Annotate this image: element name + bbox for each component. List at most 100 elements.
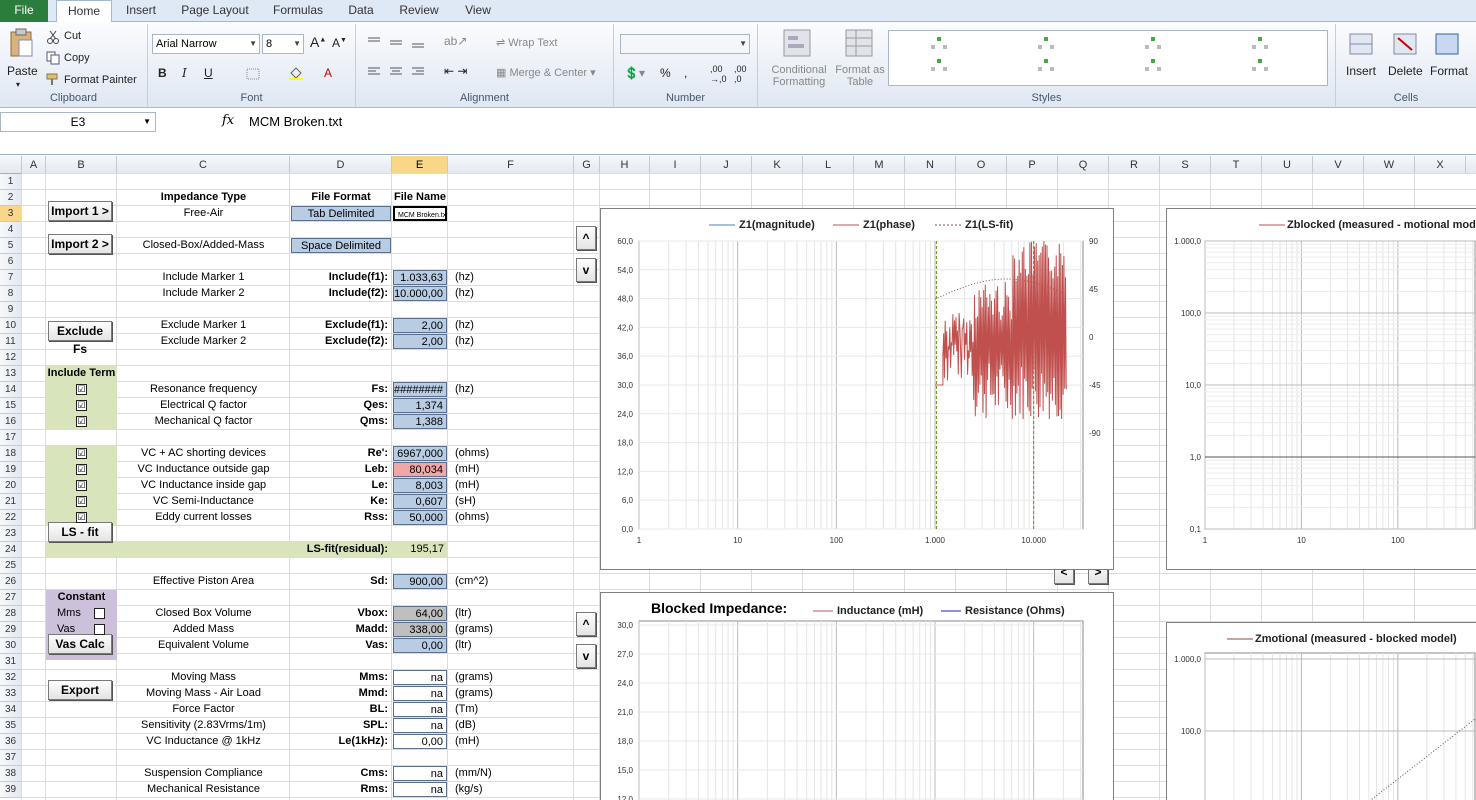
insert-function-icon[interactable]: fx bbox=[222, 113, 234, 128]
include-checkbox[interactable]: ☑ bbox=[76, 416, 87, 427]
tab-page-layout[interactable]: Page Layout bbox=[172, 0, 258, 22]
column-header-h[interactable]: H bbox=[600, 156, 650, 174]
parameter-value[interactable]: ######## bbox=[393, 382, 447, 397]
format-as-table-icon[interactable] bbox=[844, 28, 874, 58]
delete-button[interactable]: Delete bbox=[1388, 64, 1423, 78]
insert-cells-icon[interactable] bbox=[1348, 28, 1374, 58]
worksheet-grid[interactable]: ABCDEFGHIJKLMNOPQRSTUVWX 1 2 3 4 5 6 7 8 9 10 11 12… bbox=[0, 156, 1476, 800]
column-header-n[interactable]: N bbox=[905, 156, 956, 174]
scroll-chart-down-button[interactable]: v bbox=[576, 258, 596, 282]
include-checkbox[interactable]: ☑ bbox=[76, 496, 87, 507]
parameter-value[interactable]: na bbox=[393, 702, 447, 717]
column-header-a[interactable]: A bbox=[22, 156, 46, 174]
paste-button[interactable]: Paste bbox=[7, 64, 38, 78]
comma-icon[interactable]: , bbox=[684, 66, 687, 80]
underline-icon[interactable]: U bbox=[204, 66, 213, 80]
import-2-button[interactable]: Import 2 > bbox=[48, 234, 112, 254]
include-checkbox[interactable]: ☑ bbox=[76, 384, 87, 395]
format-as-table-button[interactable]: Format as Table bbox=[834, 64, 886, 88]
format-cells-icon[interactable] bbox=[1434, 28, 1460, 58]
parameter-value[interactable]: 1.033,63 bbox=[393, 270, 447, 285]
format-button[interactable]: Format bbox=[1430, 64, 1468, 78]
tab-home[interactable]: Home bbox=[56, 0, 112, 23]
parameter-value[interactable]: 338,00 bbox=[393, 622, 447, 637]
cut-button[interactable]: Cut bbox=[64, 30, 81, 42]
import-1-button[interactable]: Import 1 > bbox=[48, 201, 112, 221]
export-button[interactable]: Export bbox=[48, 680, 112, 700]
parameter-value[interactable]: na bbox=[393, 718, 447, 733]
font-color-icon[interactable]: A bbox=[324, 66, 332, 80]
insert-button[interactable]: Insert bbox=[1346, 64, 1376, 78]
column-header-x[interactable]: X bbox=[1415, 156, 1466, 174]
column-header-k[interactable]: K bbox=[752, 156, 803, 174]
formula-input[interactable]: MCM Broken.txt bbox=[249, 114, 342, 129]
column-header-c[interactable]: C bbox=[117, 156, 290, 174]
conditional-formatting-button[interactable]: Conditional Formatting bbox=[764, 64, 834, 88]
indent-icons[interactable]: ⇤ ⇥ bbox=[444, 64, 467, 78]
file-format-tab-delimited[interactable]: Tab Delimited bbox=[291, 206, 391, 221]
parameter-value[interactable]: 64,00 bbox=[393, 606, 447, 621]
paste-dropdown-icon[interactable]: ▾ bbox=[16, 80, 20, 89]
tab-file[interactable]: File bbox=[0, 0, 48, 22]
file-name-cell[interactable]: MCM Broken.txt bbox=[393, 206, 447, 221]
parameter-value[interactable]: na bbox=[393, 766, 447, 781]
shrink-font-icon[interactable]: A▼ bbox=[332, 36, 347, 50]
column-header-g[interactable]: G bbox=[574, 156, 600, 174]
parameter-value[interactable]: 0,00 bbox=[393, 638, 447, 653]
column-header-s[interactable]: S bbox=[1160, 156, 1211, 174]
ls-fit-button[interactable]: LS - fit bbox=[48, 522, 112, 542]
column-header-u[interactable]: U bbox=[1262, 156, 1313, 174]
copy-button[interactable]: Copy bbox=[64, 52, 90, 64]
vas-calc-button[interactable]: Vas Calc bbox=[48, 634, 112, 654]
name-box[interactable]: E3 ▼ bbox=[0, 112, 156, 132]
format-painter-button[interactable]: Format Painter bbox=[64, 74, 137, 86]
column-header-j[interactable]: J bbox=[701, 156, 752, 174]
copy-icon[interactable] bbox=[46, 51, 60, 65]
orientation-icon[interactable]: ab↗ bbox=[444, 34, 467, 48]
delete-cells-icon[interactable] bbox=[1392, 28, 1418, 58]
parameter-value[interactable]: 10.000,00 bbox=[393, 286, 447, 301]
number-format-combo[interactable]: ▼ bbox=[620, 34, 750, 54]
scroll-chart2-down-button[interactable]: v bbox=[576, 644, 596, 668]
column-header-r[interactable]: R bbox=[1109, 156, 1160, 174]
column-header-v[interactable]: V bbox=[1313, 156, 1364, 174]
decrease-decimal-icon[interactable]: ,00,0 bbox=[734, 64, 747, 84]
column-header-d[interactable]: D bbox=[290, 156, 392, 174]
parameter-value[interactable]: 1,374 bbox=[393, 398, 447, 413]
include-checkbox[interactable]: ☑ bbox=[76, 464, 87, 475]
parameter-value[interactable]: na bbox=[393, 782, 447, 797]
column-header-w[interactable]: W bbox=[1364, 156, 1415, 174]
cell-styles-gallery[interactable] bbox=[888, 30, 1328, 86]
italic-icon[interactable]: I bbox=[182, 66, 187, 80]
format-painter-icon[interactable] bbox=[46, 72, 60, 86]
parameter-value[interactable]: 2,00 bbox=[393, 318, 447, 333]
parameter-value[interactable]: na bbox=[393, 670, 447, 685]
column-header-b[interactable]: B bbox=[46, 156, 117, 174]
font-name-combo[interactable]: Arial Narrow ▼ bbox=[152, 34, 260, 54]
parameter-value[interactable]: 2,00 bbox=[393, 334, 447, 349]
percent-icon[interactable]: % bbox=[660, 66, 671, 80]
column-header-e[interactable]: E bbox=[392, 156, 448, 174]
tab-view[interactable]: View bbox=[454, 0, 502, 22]
parameter-value[interactable]: na bbox=[393, 686, 447, 701]
column-header-l[interactable]: L bbox=[803, 156, 854, 174]
column-header-i[interactable]: I bbox=[650, 156, 701, 174]
column-header-f[interactable]: F bbox=[448, 156, 574, 174]
parameter-value[interactable]: 0,607 bbox=[393, 494, 447, 509]
parameter-value[interactable]: 6967,000 bbox=[393, 446, 447, 461]
constant-checkbox[interactable] bbox=[94, 608, 105, 619]
tab-review[interactable]: Review bbox=[392, 0, 446, 22]
constant-checkbox[interactable] bbox=[94, 624, 105, 635]
exclude-fs-button[interactable]: Exclude Fs bbox=[48, 321, 112, 356]
conditional-formatting-icon[interactable] bbox=[782, 28, 812, 58]
file-format-space-delimited[interactable]: Space Delimited bbox=[291, 238, 391, 253]
tab-insert[interactable]: Insert bbox=[116, 0, 166, 22]
tab-formulas[interactable]: Formulas bbox=[264, 0, 332, 22]
select-all-corner[interactable] bbox=[0, 156, 22, 174]
include-checkbox[interactable]: ☑ bbox=[76, 512, 87, 523]
tab-data[interactable]: Data bbox=[336, 0, 386, 22]
include-checkbox[interactable]: ☑ bbox=[76, 480, 87, 491]
parameter-value[interactable]: 900,00 bbox=[393, 574, 447, 589]
increase-decimal-icon[interactable]: ,00 →,0 bbox=[710, 64, 727, 84]
fill-color-icon[interactable] bbox=[288, 66, 304, 80]
